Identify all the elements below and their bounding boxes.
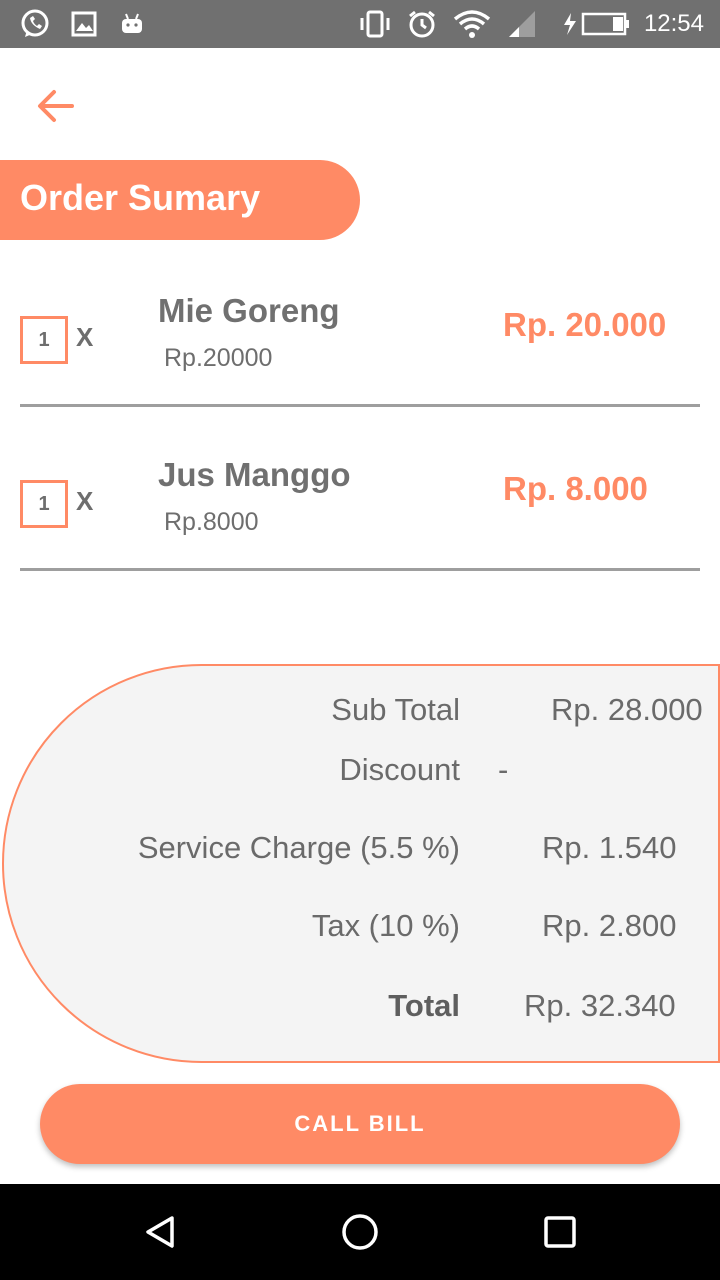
image-icon xyxy=(70,8,98,40)
service-charge-value: Rp. 1.540 xyxy=(542,830,677,865)
item-divider xyxy=(20,404,700,407)
home-circle-icon xyxy=(342,1214,378,1250)
whatsapp-icon xyxy=(18,8,52,40)
service-charge-label: Service Charge (5.5 %) xyxy=(137,830,460,865)
alarm-icon xyxy=(406,8,438,40)
quantity-multiplier: X xyxy=(76,486,94,516)
battery-charging-icon xyxy=(560,8,632,40)
item-divider xyxy=(20,568,700,571)
subtotal-label: Sub Total xyxy=(331,692,460,727)
wifi-icon xyxy=(452,8,492,40)
vibrate-icon xyxy=(356,8,394,40)
tax-value: Rp. 2.800 xyxy=(542,908,677,943)
quantity-box[interactable]: 1 xyxy=(20,316,68,364)
item-name: Mie Goreng xyxy=(158,292,340,329)
subtotal-value: Rp. 28.000 xyxy=(551,692,703,727)
status-time: 12:54 xyxy=(643,10,704,37)
item-unit-price: Rp.20000 xyxy=(164,344,273,372)
navigation-bar xyxy=(0,1184,720,1280)
total-value: Rp. 32.340 xyxy=(524,988,676,1023)
item-unit-price: Rp.8000 xyxy=(164,508,259,536)
item-total-price: Rp. 8.000 xyxy=(503,470,648,507)
item-name: Jus Manggo xyxy=(158,456,351,493)
order-item: 1 X Mie Goreng Rp.20000 Rp. 20.000 xyxy=(20,276,700,400)
tax-label: Tax (10 %) xyxy=(311,908,460,943)
status-bar: 12:54 xyxy=(0,0,720,48)
total-label: Total xyxy=(388,988,460,1023)
quantity-box[interactable]: 1 xyxy=(20,480,68,528)
quantity-multiplier: X xyxy=(76,322,94,352)
back-triangle-icon xyxy=(146,1216,174,1248)
discount-label: Discount xyxy=(339,752,460,787)
discount-value: - xyxy=(498,752,509,787)
call-bill-button[interactable]: CALL BILL xyxy=(40,1084,680,1164)
order-item: 1 X Jus Manggo Rp.8000 Rp. 8.000 xyxy=(20,440,700,564)
nav-recents-button[interactable] xyxy=(536,1208,584,1256)
item-total-price: Rp. 20.000 xyxy=(503,306,667,343)
android-icon xyxy=(118,8,146,40)
title-banner: Order Sumary xyxy=(0,160,360,240)
signal-icon xyxy=(506,8,538,40)
arrow-left-icon xyxy=(38,90,74,122)
nav-home-button[interactable] xyxy=(336,1208,384,1256)
back-button[interactable] xyxy=(30,80,82,132)
recents-square-icon xyxy=(544,1216,576,1248)
summary-card: Sub Total Rp. 28.000 Discount - Service … xyxy=(2,664,720,1063)
page-title: Order Sumary xyxy=(20,177,261,218)
nav-back-button[interactable] xyxy=(136,1208,184,1256)
call-bill-label: CALL BILL xyxy=(294,1111,426,1136)
